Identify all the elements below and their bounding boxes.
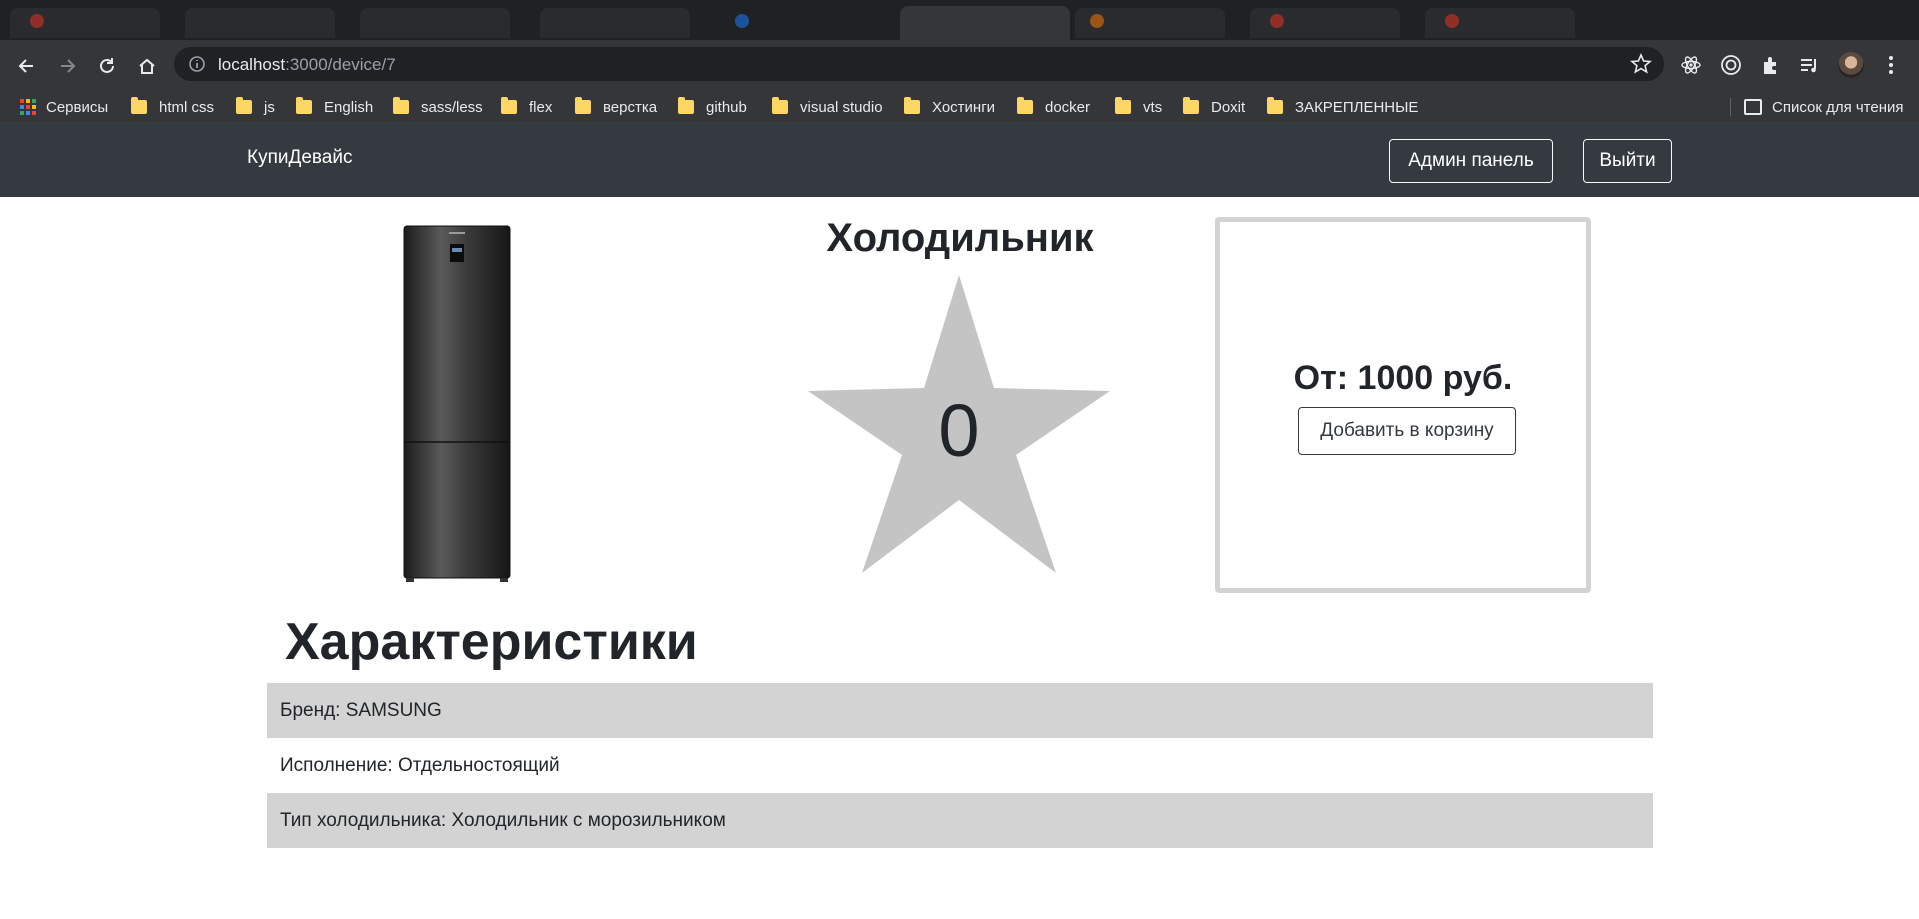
logout-button[interactable]: Выйти (1583, 139, 1672, 183)
bookmarks-divider (1730, 98, 1731, 116)
product-title: Холодильник (826, 216, 1094, 260)
folder-icon (1115, 97, 1131, 114)
apps-grid-icon (20, 99, 36, 115)
bookmark-folder[interactable]: visual studio (772, 97, 883, 117)
bookmark-label: Сервисы (46, 98, 109, 116)
bookmark-label: docker (1045, 98, 1091, 116)
bookmarks-bar: Сервисы html css js English sass/less fl… (0, 90, 1919, 123)
bookmark-folder[interactable]: Doxit (1183, 97, 1245, 117)
folder-icon (131, 97, 147, 114)
bookmark-label: github (706, 98, 747, 116)
media-queue-icon[interactable] (1798, 54, 1820, 76)
spec-row: Тип холодильника: Холодильник с морозиль… (267, 793, 1653, 848)
bookmark-apps[interactable]: Сервисы (20, 97, 108, 117)
bookmark-folder[interactable]: html css (131, 97, 214, 117)
bookmark-folder[interactable]: ЗАКРЕПЛЕННЫЕ (1267, 97, 1418, 117)
folder-icon (678, 97, 694, 114)
bookmark-label: Хостинги (932, 98, 996, 116)
reload-icon[interactable] (95, 54, 119, 78)
bookmark-label: flex (529, 98, 553, 116)
site-info-icon[interactable] (188, 55, 206, 73)
bookmark-label: html css (159, 98, 215, 116)
folder-icon (1017, 97, 1033, 114)
address-bar[interactable]: localhost:3000/device/7 (174, 47, 1664, 81)
folder-icon (393, 97, 409, 114)
app-navbar: КупиДевайс Админ панель Выйти (0, 123, 1919, 197)
folder-icon (575, 97, 591, 114)
spec-row: Бренд: SAMSUNG (267, 683, 1653, 738)
extensions-puzzle-icon[interactable] (1760, 54, 1782, 76)
bookmark-folder[interactable]: Хостинги (904, 97, 995, 117)
add-to-cart-button[interactable]: Добавить в корзину (1298, 407, 1516, 455)
bookmark-label: верстка (603, 98, 658, 116)
product-image (403, 225, 511, 582)
browser-menu-icon[interactable] (1880, 54, 1902, 76)
browser-tab[interactable] (360, 8, 510, 38)
folder-icon (1267, 97, 1283, 114)
bookmark-folder[interactable]: js (236, 97, 275, 117)
url-host: localhost (218, 55, 286, 74)
product-price: От: 1000 руб. (1293, 359, 1513, 397)
url-path: :3000/device/7 (285, 55, 396, 74)
bookmark-label: visual studio (800, 98, 883, 116)
price-card: От: 1000 руб. Добавить в корзину (1215, 217, 1591, 593)
react-devtools-icon[interactable] (1680, 54, 1702, 76)
tab-favicon (735, 14, 749, 28)
bookmark-folder[interactable]: English (296, 97, 373, 117)
profile-avatar[interactable] (1838, 52, 1864, 78)
bookmark-folder[interactable]: sass/less (393, 97, 483, 117)
brand-link[interactable]: КупиДевайс (247, 147, 352, 169)
tab-favicon (30, 14, 44, 28)
folder-icon (904, 97, 920, 114)
bookmark-folder[interactable]: flex (501, 97, 552, 117)
browser-tab-active[interactable] (900, 6, 1070, 40)
bookmark-label: vts (1143, 98, 1163, 116)
tab-favicon (1270, 14, 1284, 28)
back-icon[interactable] (15, 54, 39, 78)
specs-heading: Характеристики (285, 613, 698, 671)
bookmark-label: English (324, 98, 374, 116)
browser-tabstrip (0, 0, 1919, 40)
url-text: localhost:3000/device/7 (218, 55, 396, 75)
browser-toolbar: localhost:3000/device/7 (0, 40, 1919, 90)
folder-icon (1183, 97, 1199, 114)
tab-favicon (1445, 14, 1459, 28)
bookmark-label: ЗАКРЕПЛЕННЫЕ (1295, 98, 1419, 116)
bookmark-label: sass/less (421, 98, 483, 116)
folder-icon (236, 97, 252, 114)
reading-list-icon (1744, 99, 1762, 115)
folder-icon (772, 97, 788, 114)
bookmark-folder[interactable]: docker (1017, 97, 1090, 117)
spec-row: Исполнение: Отдельностоящий (280, 754, 560, 776)
bookmark-folder[interactable]: vts (1115, 97, 1162, 117)
admin-panel-button[interactable]: Админ панель (1389, 139, 1553, 183)
bookmark-folder[interactable]: верстка (575, 97, 657, 117)
bookmark-folder[interactable]: github (678, 97, 747, 117)
folder-icon (296, 97, 312, 114)
extension-target-icon[interactable] (1720, 54, 1742, 76)
tab-favicon (1090, 14, 1104, 28)
forward-icon[interactable] (55, 54, 79, 78)
folder-icon (501, 97, 517, 114)
bookmark-label: js (264, 98, 275, 116)
reading-list-label: Список для чтения (1772, 98, 1904, 116)
reading-list[interactable]: Список для чтения (1744, 97, 1904, 117)
bookmark-label: Doxit (1211, 98, 1246, 116)
browser-tab[interactable] (540, 8, 690, 38)
rating-value: 0 (938, 389, 980, 472)
bookmark-star-icon[interactable] (1630, 52, 1652, 75)
browser-tab[interactable] (185, 8, 335, 38)
home-icon[interactable] (135, 54, 159, 78)
